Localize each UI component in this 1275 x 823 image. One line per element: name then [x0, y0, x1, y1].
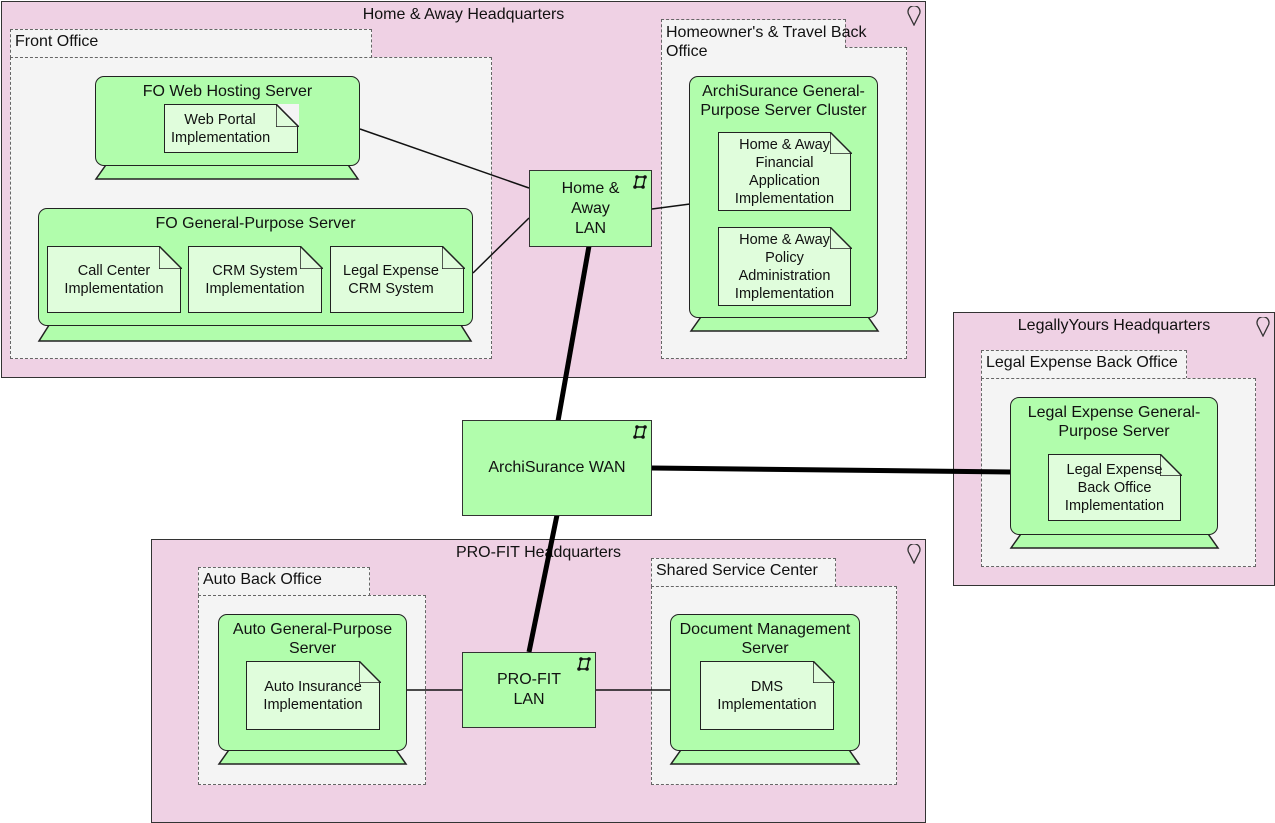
network-icon: [577, 657, 591, 671]
network-label: PRO-FIT LAN: [497, 671, 561, 708]
group-tab-front-office[interactable]: Front Office: [10, 29, 372, 58]
group-tab-homeowners-back-office[interactable]: Homeowner's & Travel Back Office: [661, 19, 866, 60]
artifact-icon: [441, 245, 465, 269]
location-title: LegallyYours Headquarters: [1017, 317, 1211, 334]
location-pin-icon: [907, 544, 921, 564]
artifact-auto-insurance[interactable]: Auto Insurance Implementation: [246, 660, 381, 730]
group-tab-legal-expense-back-office[interactable]: Legal Expense Back Office: [981, 350, 1187, 379]
node-title: FO Web Hosting Server: [142, 83, 313, 100]
artifact-icon: [358, 660, 381, 683]
network-label: ArchiSurance WAN: [488, 459, 626, 476]
artifact-crm-system[interactable]: CRM System Implementation: [188, 245, 323, 313]
artifact-legal-expense-crm[interactable]: Legal Expense CRM System: [330, 245, 465, 313]
artifact-icon: [275, 103, 299, 127]
artifact-legal-expense-back-office[interactable]: Legal Expense Back Office Implementation: [1048, 453, 1182, 521]
node-title: Auto General-Purpose Server: [232, 621, 393, 657]
artifact-icon: [158, 245, 182, 269]
artifact-icon: [1159, 453, 1182, 476]
network-home-away-lan[interactable]: Home & Away LAN: [529, 170, 652, 247]
location-pin-icon: [907, 6, 921, 26]
group-label: Shared Service Center: [656, 562, 818, 579]
group-tab-shared-service-center[interactable]: Shared Service Center: [651, 558, 836, 587]
artifact-icon: [299, 245, 323, 269]
node-title: ArchiSurance General-Purpose Server Clus…: [700, 83, 867, 119]
artifact-icon: [829, 226, 852, 249]
network-pro-fit-lan[interactable]: PRO-FIT LAN: [462, 652, 596, 728]
network-archisurance-wan[interactable]: ArchiSurance WAN: [462, 420, 652, 516]
artifact-call-center[interactable]: Call Center Implementation: [47, 245, 182, 313]
node-title: Document Management Server: [679, 621, 851, 657]
location-pin-icon: [1256, 317, 1270, 337]
node-title: FO General-Purpose Server: [155, 215, 356, 232]
node-title: Legal Expense General-Purpose Server: [1027, 404, 1201, 440]
network-icon: [633, 425, 647, 439]
group-tab-auto-back-office[interactable]: Auto Back Office: [198, 567, 370, 596]
artifact-web-portal[interactable]: Web Portal Implementation: [164, 103, 299, 153]
artifact-icon: [829, 131, 852, 154]
network-icon: [633, 175, 647, 189]
group-label: Homeowner's & Travel Back Office: [666, 24, 867, 60]
artifact-dms[interactable]: DMS Implementation: [700, 660, 835, 730]
group-label: Legal Expense Back Office: [986, 354, 1178, 371]
artifact-label: Auto Insurance Implementation: [263, 678, 363, 713]
artifact-label: DMS Implementation: [717, 678, 817, 713]
group-label: Front Office: [15, 33, 99, 50]
artifact-policy-administration[interactable]: Home & Away Policy Administration Implem…: [718, 226, 852, 306]
group-label: Auto Back Office: [203, 571, 322, 588]
artifact-financial-application[interactable]: Home & Away Financial Application Implem…: [718, 131, 852, 211]
artifact-icon: [812, 660, 835, 683]
network-label: Home & Away LAN: [561, 179, 620, 237]
